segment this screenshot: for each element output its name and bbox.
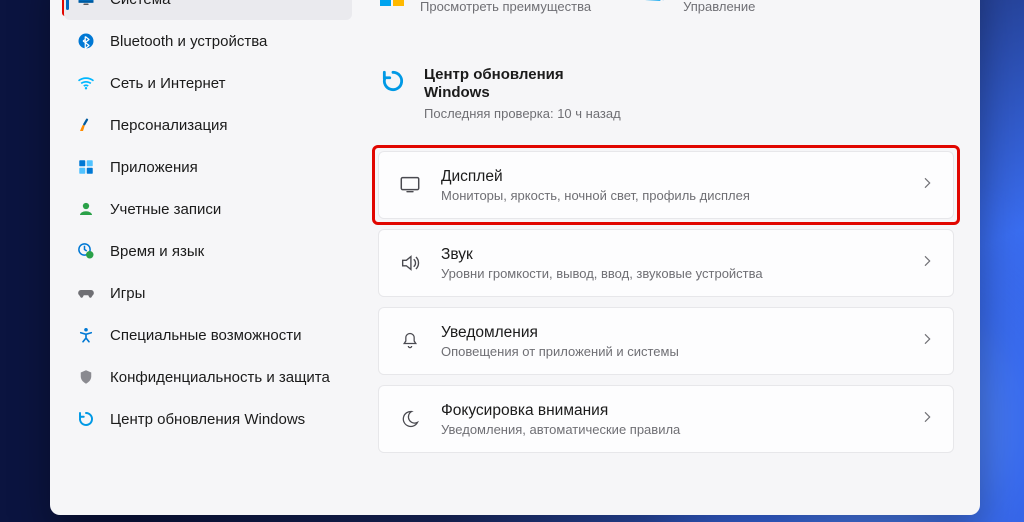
sidebar-item-network[interactable]: Сеть и Интернет	[64, 62, 352, 104]
clock-globe-icon	[76, 241, 96, 261]
sidebar-item-accounts[interactable]: Учетные записи	[64, 188, 352, 230]
person-icon	[76, 199, 96, 219]
sidebar-item-label: Центр обновления Windows	[110, 411, 305, 428]
update-title: Центр обновленияWindows	[424, 66, 621, 102]
sidebar-item-system[interactable]: Система	[64, 0, 352, 20]
display-icon	[397, 174, 423, 196]
card-sound[interactable]: Звук Уровни громкости, вывод, ввод, звук…	[378, 229, 954, 297]
promo-microsoft365[interactable]: Microsoft 365 Просмотреть преимущества	[378, 0, 591, 14]
sidebar-item-windows-update[interactable]: Центр обновления Windows	[64, 398, 352, 440]
bell-icon	[397, 331, 423, 351]
sidebar: Система Bluetooth и устройства Сеть и Ин…	[50, 0, 360, 515]
card-title: Уведомления	[441, 324, 901, 342]
sidebar-item-label: Сеть и Интернет	[110, 75, 226, 92]
card-display[interactable]: Дисплей Мониторы, яркость, ночной свет, …	[378, 151, 954, 219]
paintbrush-icon	[76, 115, 96, 135]
sidebar-item-label: Конфиденциальность и защита	[110, 369, 330, 386]
bluetooth-icon	[76, 31, 96, 51]
wifi-icon	[76, 73, 96, 93]
sidebar-item-label: Персонализация	[110, 117, 228, 134]
sidebar-item-personalization[interactable]: Персонализация	[64, 104, 352, 146]
promo-row: Microsoft 365 Просмотреть преимущества O…	[378, 0, 954, 14]
monitor-icon	[76, 0, 96, 9]
settings-window: Система Bluetooth и устройства Сеть и Ин…	[50, 0, 980, 515]
chevron-right-icon	[919, 409, 935, 430]
apps-icon	[76, 157, 96, 177]
microsoft-logo-icon	[378, 0, 406, 8]
card-sub: Уровни громкости, вывод, ввод, звуковые …	[441, 266, 901, 281]
chevron-right-icon	[919, 175, 935, 196]
sound-icon	[397, 252, 423, 274]
card-title: Фокусировка внимания	[441, 402, 901, 420]
chevron-right-icon	[919, 331, 935, 352]
sidebar-item-accessibility[interactable]: Специальные возможности	[64, 314, 352, 356]
onedrive-icon	[641, 0, 669, 8]
sidebar-item-label: Игры	[110, 285, 145, 302]
main-panel: Microsoft 365 Просмотреть преимущества O…	[360, 0, 980, 515]
sidebar-item-label: Система	[110, 0, 170, 8]
update-sub: Последняя проверка: 10 ч назад	[424, 106, 621, 121]
sidebar-item-label: Учетные записи	[110, 201, 221, 218]
settings-cards: Дисплей Мониторы, яркость, ночной свет, …	[378, 151, 954, 453]
moon-icon	[397, 409, 423, 429]
sidebar-item-label: Приложения	[110, 159, 198, 176]
shield-icon	[76, 367, 96, 387]
promo-onedrive[interactable]: OneDrive Управление	[641, 0, 755, 14]
sidebar-item-privacy[interactable]: Конфиденциальность и защита	[64, 356, 352, 398]
promo-sub: Просмотреть преимущества	[420, 0, 591, 14]
windows-update-tile[interactable]: Центр обновленияWindows Последняя провер…	[378, 66, 954, 121]
sidebar-item-apps[interactable]: Приложения	[64, 146, 352, 188]
card-notifications[interactable]: Уведомления Оповещения от приложений и с…	[378, 307, 954, 375]
update-icon	[76, 409, 96, 429]
card-sub: Уведомления, автоматические правила	[441, 422, 901, 437]
card-sub: Оповещения от приложений и системы	[441, 344, 901, 359]
sidebar-item-label: Специальные возможности	[110, 327, 302, 344]
card-focus-assist[interactable]: Фокусировка внимания Уведомления, автома…	[378, 385, 954, 453]
update-icon	[378, 66, 408, 96]
promo-sub: Управление	[683, 0, 755, 14]
gamepad-icon	[76, 283, 96, 303]
sidebar-item-label: Bluetooth и устройства	[110, 33, 267, 50]
card-title: Дисплей	[441, 168, 901, 186]
sidebar-item-gaming[interactable]: Игры	[64, 272, 352, 314]
sidebar-item-label: Время и язык	[110, 243, 204, 260]
sidebar-item-time-language[interactable]: Время и язык	[64, 230, 352, 272]
card-sub: Мониторы, яркость, ночной свет, профиль …	[441, 188, 901, 203]
sidebar-item-bluetooth[interactable]: Bluetooth и устройства	[64, 20, 352, 62]
accessibility-icon	[76, 325, 96, 345]
chevron-right-icon	[919, 253, 935, 274]
card-title: Звук	[441, 246, 901, 264]
